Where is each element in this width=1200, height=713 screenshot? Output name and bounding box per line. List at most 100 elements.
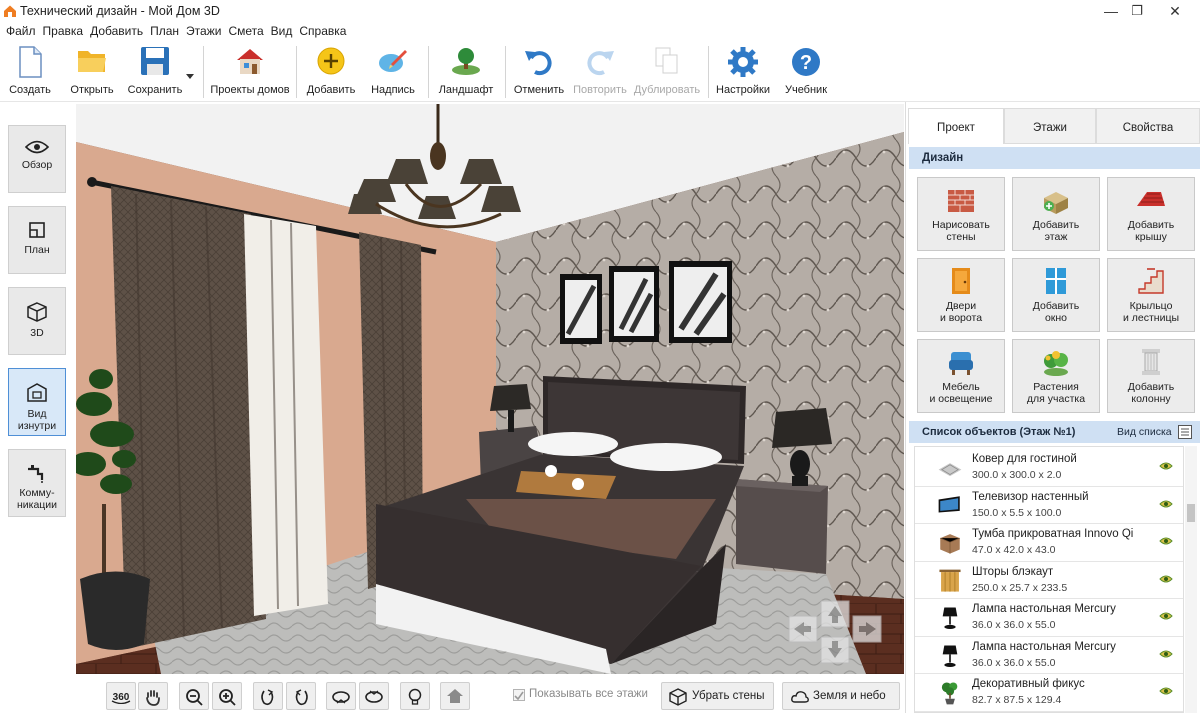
design-button-door[interactable]: Двери и ворота — [917, 258, 1005, 332]
object-list-item[interactable]: Ковер для гостиной 300.0 x 300.0 x 2.0 — [915, 449, 1183, 487]
view-switcher: Обзор План 3D Вид изнутри Комму-никации — [0, 102, 76, 713]
save-dropdown-button[interactable] — [184, 40, 196, 102]
curtains-icon — [939, 569, 961, 592]
add-button[interactable]: Добавить — [302, 40, 360, 102]
zoom-out-button[interactable] — [179, 682, 209, 710]
landscape-tree-icon — [452, 48, 480, 75]
design-button-armchair[interactable]: Мебель и освещение — [917, 339, 1005, 413]
design-button-column[interactable]: Добавить колонну — [1107, 339, 1195, 413]
tab-properties[interactable]: Свойства — [1096, 108, 1200, 144]
window-icon — [1046, 268, 1066, 294]
menu-file[interactable]: Файл — [6, 22, 36, 38]
checkmark-icon — [514, 691, 524, 701]
inside-view-button[interactable]: Вид изнутри — [8, 368, 66, 436]
design-button-stairs[interactable]: Крыльцо и лестницы — [1107, 258, 1195, 332]
armchair-icon — [949, 352, 973, 375]
save-button[interactable]: Сохранить — [124, 40, 186, 102]
redo-button[interactable]: Повторить — [572, 40, 628, 102]
rotate-360-button[interactable]: 360 — [106, 682, 136, 710]
menu-plan[interactable]: План — [150, 22, 179, 38]
tv-icon — [938, 495, 960, 512]
right-panel: Проект Этажи Свойства Дизайн Нарисовать с… — [905, 102, 1200, 713]
menu-help[interactable]: Справка — [299, 22, 346, 38]
rotate-right-button[interactable] — [286, 682, 316, 710]
object-list-item[interactable]: Лампа настольная Mercury 36.0 x 36.0 x 55… — [915, 599, 1183, 637]
design-button-add-floor[interactable]: Добавить этаж — [1012, 177, 1100, 251]
rotate-left-button[interactable] — [253, 682, 283, 710]
lighting-button[interactable] — [400, 682, 430, 710]
design-button-brick-wall[interactable]: Нарисовать стены — [917, 177, 1005, 251]
object-list-item[interactable]: Шторы блэкаут 250.0 x 25.7 x 233.5 — [915, 562, 1183, 599]
duplicate-button[interactable]: Дублировать — [632, 40, 702, 102]
redo-arrow-icon — [587, 51, 614, 76]
hand-icon — [146, 690, 160, 706]
visibility-eye-icon[interactable] — [1159, 649, 1173, 659]
object-dimensions: 36.0 x 36.0 x 55.0 — [972, 619, 1056, 631]
orbit-down-icon — [365, 690, 383, 703]
visibility-eye-icon[interactable] — [1159, 461, 1173, 471]
menu-view[interactable]: Вид — [271, 22, 293, 38]
object-list-scrollbar[interactable] — [1185, 446, 1197, 713]
title-bar: Технический дизайн - Мой Дом 3D — ❐ ✕ — [0, 0, 1200, 22]
menu-add[interactable]: Добавить — [90, 22, 143, 38]
tab-floors[interactable]: Этажи — [1004, 108, 1096, 144]
object-name: Шторы блэкаут — [972, 565, 1054, 578]
visibility-eye-icon[interactable] — [1159, 574, 1173, 584]
object-name: Ковер для гостиной — [972, 453, 1077, 465]
house-projects-button[interactable]: Проекты домов — [208, 40, 292, 102]
menu-estimate[interactable]: Смета — [228, 22, 263, 38]
object-dimensions: 47.0 x 42.0 x 43.0 — [972, 544, 1056, 556]
add-plus-icon — [317, 47, 345, 75]
menu-edit[interactable]: Правка — [43, 22, 84, 38]
visibility-eye-icon[interactable] — [1159, 611, 1173, 621]
object-list-item[interactable]: Тумба прикроватная Innovo Qi 47.0 x 42.0 … — [915, 524, 1183, 562]
visibility-eye-icon[interactable] — [1159, 536, 1173, 546]
zoom-out-icon — [186, 689, 203, 706]
tutorial-button[interactable]: ? Учебник — [778, 40, 834, 102]
undo-arrow-icon — [525, 51, 552, 76]
gear-icon — [728, 47, 758, 77]
brush-label-icon — [379, 50, 407, 72]
scrollbar-thumb[interactable] — [1187, 504, 1195, 522]
object-list[interactable]: Ковер для гостиной 300.0 x 300.0 x 2.0 Тел… — [914, 446, 1184, 713]
list-view-icon[interactable] — [1178, 425, 1192, 439]
settings-button[interactable]: Настройки — [714, 40, 772, 102]
remove-walls-button[interactable]: Убрать стены — [661, 682, 774, 710]
object-list-header: Список объектов (Этаж №1) Вид списка — [909, 421, 1200, 443]
object-dimensions: 36.0 x 36.0 x 55.0 — [972, 656, 1056, 669]
object-list-item[interactable]: Телевизор настенный 150.0 x 5.5 x 100.0 — [915, 487, 1183, 524]
visibility-eye-icon[interactable] — [1159, 499, 1173, 509]
design-button-roof[interactable]: Добавить крышу — [1107, 177, 1195, 251]
home-view-button[interactable] — [440, 682, 470, 710]
object-list-item[interactable]: Декоративный фикус 82.7 x 87.5 x 129.4 — [915, 674, 1183, 712]
maximize-button[interactable]: ❐ — [1120, 0, 1154, 22]
open-button[interactable]: Открыть — [64, 40, 120, 102]
earth-sky-button[interactable]: Земля и небо — [782, 682, 900, 710]
list-view-label[interactable]: Вид списка — [1117, 421, 1172, 443]
show-all-floors-label: Показывать все этажи — [529, 688, 648, 700]
svg-text:?: ? — [800, 52, 812, 74]
tilt-down-button[interactable] — [359, 682, 389, 710]
object-list-item[interactable]: Лампа настольная Mercury 36.0 x 36.0 x 55… — [915, 637, 1183, 674]
zoom-in-button[interactable] — [212, 682, 242, 710]
label-button[interactable]: Надпись — [364, 40, 422, 102]
pan-button[interactable] — [138, 682, 168, 710]
landscape-button[interactable]: Ландшафт — [434, 40, 498, 102]
tilt-up-button[interactable] — [326, 682, 356, 710]
view-3d-button[interactable]: 3D — [8, 287, 66, 355]
create-button[interactable]: Создать — [4, 40, 56, 102]
rotate-left-icon — [261, 689, 274, 706]
design-button-window[interactable]: Добавить окно — [1012, 258, 1100, 332]
object-name: Лампа настольная Mercury — [972, 640, 1116, 653]
visibility-eye-icon[interactable] — [1159, 686, 1173, 696]
menu-floors[interactable]: Этажи — [186, 22, 221, 38]
close-button[interactable]: ✕ — [1158, 0, 1192, 22]
overview-button[interactable]: Обзор — [8, 125, 66, 193]
3d-viewport[interactable] — [76, 104, 904, 674]
tab-project[interactable]: Проект — [908, 108, 1004, 144]
plan-button[interactable]: План — [8, 206, 66, 274]
communications-button[interactable]: Комму-никации — [8, 449, 66, 517]
show-all-floors-checkbox[interactable] — [513, 689, 525, 701]
undo-button[interactable]: Отменить — [510, 40, 568, 102]
design-button-plants[interactable]: Растения для участка — [1012, 339, 1100, 413]
